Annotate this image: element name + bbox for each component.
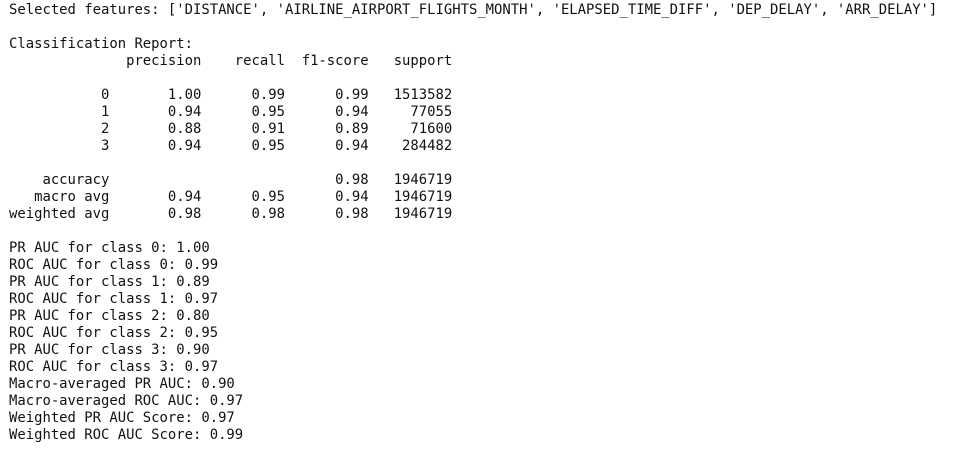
report-row-weighted-avg: weighted avg 0.98 0.98 0.98 1946719	[9, 206, 453, 222]
report-row-class-1: 1 0.94 0.95 0.94 77055	[9, 104, 453, 120]
auc-summary-line: Macro-averaged ROC AUC: 0.97	[9, 393, 244, 409]
auc-summary-line: Macro-averaged PR AUC: 0.90	[9, 376, 235, 392]
auc-line: PR AUC for class 0: 1.00	[9, 240, 210, 256]
report-row-class-3: 3 0.94 0.95 0.94 284482	[9, 138, 453, 154]
auc-line: PR AUC for class 3: 0.90	[9, 342, 210, 358]
report-row-accuracy: accuracy 0.98 1946719	[9, 172, 453, 188]
auc-line: ROC AUC for class 1: 0.97	[9, 291, 219, 307]
auc-line: PR AUC for class 1: 0.89	[9, 274, 210, 290]
auc-line: ROC AUC for class 0: 0.99	[9, 257, 219, 273]
selected-features-line: Selected features: ['DISTANCE', 'AIRLINE…	[9, 2, 938, 18]
auc-line: PR AUC for class 2: 0.80	[9, 308, 210, 324]
auc-line: ROC AUC for class 2: 0.95	[9, 325, 219, 341]
auc-line: ROC AUC for class 3: 0.97	[9, 359, 219, 375]
report-header-row: precision recall f1-score support	[9, 53, 453, 69]
report-row-class-0: 0 1.00 0.99 0.99 1513582	[9, 87, 453, 103]
auc-summary-line: Weighted ROC AUC Score: 0.99	[9, 427, 244, 443]
report-row-class-2: 2 0.88 0.91 0.89 71600	[9, 121, 453, 137]
report-row-macro-avg: macro avg 0.94 0.95 0.94 1946719	[9, 189, 453, 205]
console-output: Selected features: ['DISTANCE', 'AIRLINE…	[9, 2, 937, 444]
report-title: Classification Report:	[9, 36, 193, 52]
auc-summary-line: Weighted PR AUC Score: 0.97	[9, 410, 235, 426]
